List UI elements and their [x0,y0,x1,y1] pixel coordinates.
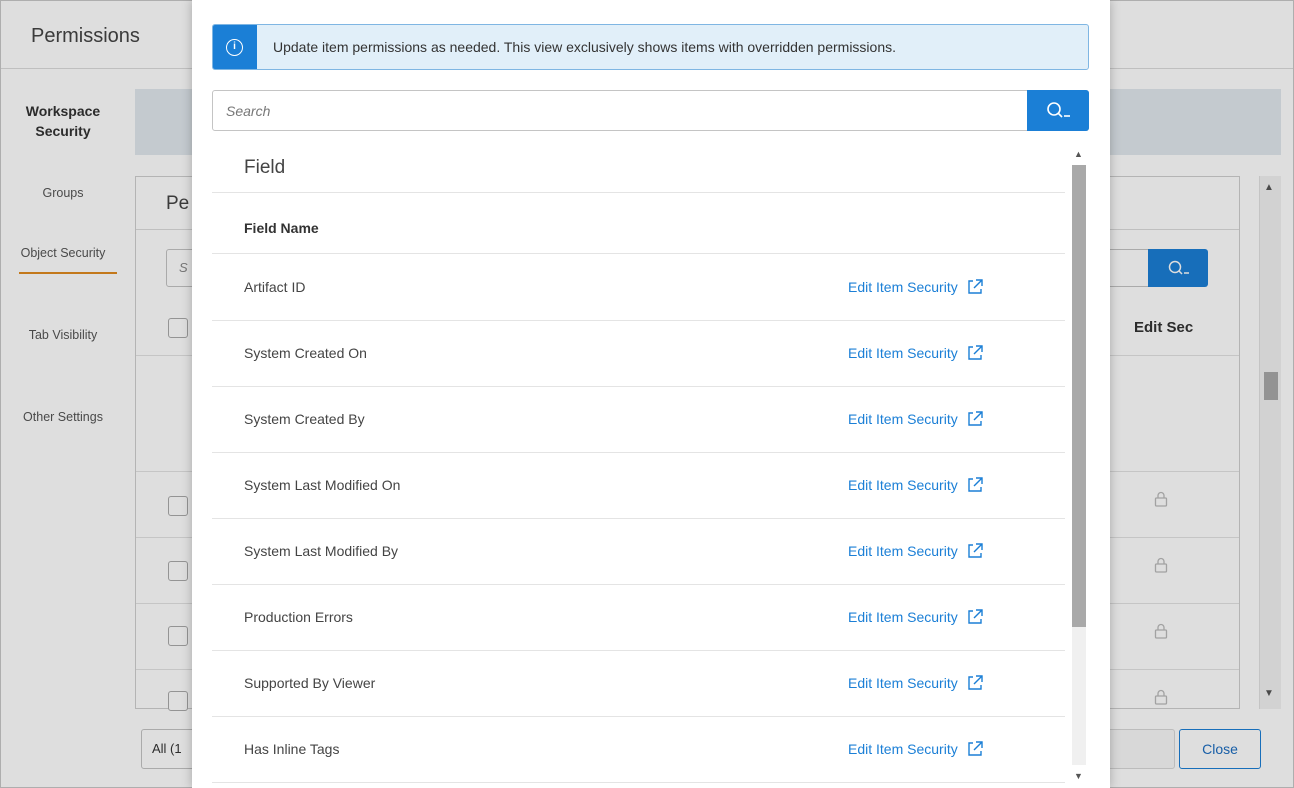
scroll-up-icon[interactable]: ▲ [1074,149,1083,159]
table-row: System Created By Edit Item Security [212,387,1065,453]
field-name: System Last Modified On [244,477,401,493]
edit-item-security-label: Edit Item Security [848,741,958,757]
edit-item-security-label: Edit Item Security [848,543,958,559]
external-link-icon [968,477,983,492]
field-name: System Created By [244,411,365,427]
edit-item-security-label: Edit Item Security [848,345,958,361]
table-row: Production Errors Edit Item Security [212,585,1065,651]
external-link-icon [968,279,983,294]
banner-icon-box: i [213,25,257,69]
field-name: Production Errors [244,609,353,625]
field-name: Supported By Viewer [244,675,376,691]
external-link-icon [968,609,983,624]
scrollbar-thumb[interactable] [1072,165,1086,627]
external-link-icon [968,741,983,756]
edit-item-security-link[interactable]: Edit Item Security [848,476,984,494]
modal-search [212,90,1089,131]
banner-message: Update item permissions as needed. This … [273,39,896,55]
item-permissions-modal: i Update item permissions as needed. Thi… [192,0,1110,788]
field-name: Has Inline Tags [244,741,340,757]
info-banner: i Update item permissions as needed. Thi… [212,24,1089,70]
external-link-icon [968,543,983,558]
field-name: System Last Modified By [244,543,399,559]
edit-item-security-label: Edit Item Security [848,477,958,493]
table-row: System Last Modified On Edit Item Securi… [212,453,1065,519]
external-link-icon [968,675,983,690]
edit-item-security-label: Edit Item Security [848,675,958,691]
edit-item-security-link[interactable]: Edit Item Security [848,542,984,560]
field-name: Artifact ID [244,279,306,295]
list-scrollbar[interactable]: ▲ ▼ [1069,143,1089,788]
field-name: System Created On [244,345,367,361]
edit-item-security-label: Edit Item Security [848,609,958,625]
edit-item-security-link[interactable]: Edit Item Security [848,278,984,296]
external-link-icon [968,345,983,360]
field-list: Field Field Name Artifact ID Edit Item S… [212,143,1089,788]
edit-item-security-link[interactable]: Edit Item Security [848,344,984,362]
section-title: Field [212,143,1065,193]
table-row: Has Inline Tags Edit Item Security [212,717,1065,783]
search-input[interactable] [214,92,1026,129]
table-row: System Created On Edit Item Security [212,321,1065,387]
table-row: Supported By Viewer Edit Item Security [212,651,1065,717]
column-header-field-name: Field Name [212,194,1065,254]
edit-item-security-link[interactable]: Edit Item Security [848,608,984,626]
table-row: Artifact ID Edit Item Security [212,255,1065,321]
edit-item-security-link[interactable]: Edit Item Security [848,674,984,692]
scroll-down-icon[interactable]: ▼ [1074,771,1083,781]
table-row: System Last Modified By Edit Item Securi… [212,519,1065,585]
info-icon: i [226,39,243,56]
edit-item-security-link[interactable]: Edit Item Security [848,740,984,758]
search-button[interactable] [1027,90,1089,131]
edit-item-security-label: Edit Item Security [848,279,958,295]
search-icon [1047,102,1070,118]
edit-item-security-label: Edit Item Security [848,411,958,427]
external-link-icon [968,411,983,426]
edit-item-security-link[interactable]: Edit Item Security [848,410,984,428]
